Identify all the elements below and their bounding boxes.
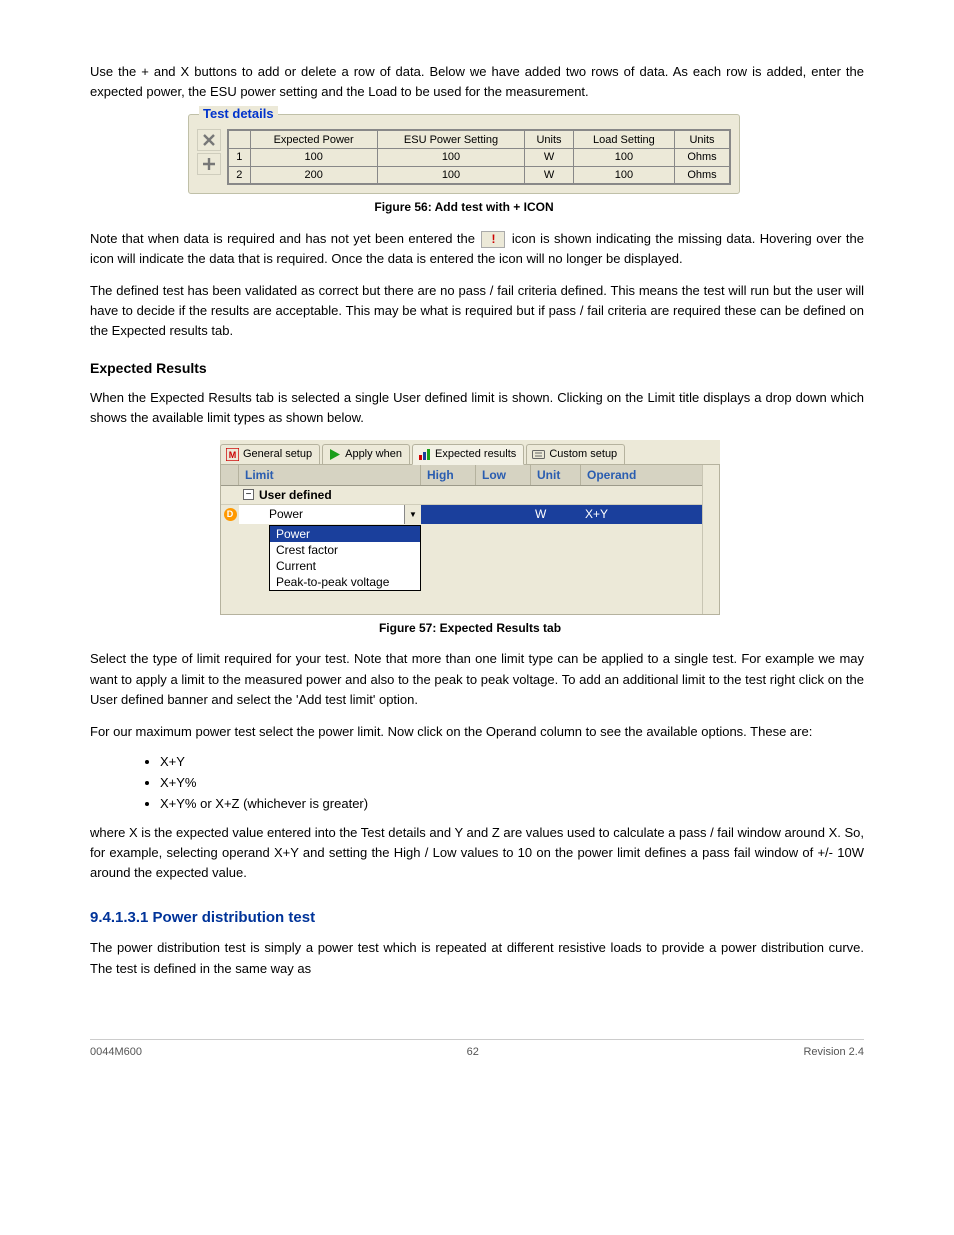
dropdown-option[interactable]: Power (270, 526, 420, 542)
settings-icon (532, 448, 545, 461)
footer-center: 62 (467, 1046, 479, 1058)
tab-apply-when[interactable]: Apply when (322, 444, 410, 464)
cell-load[interactable]: 100 (573, 166, 674, 184)
operand-bullets: X+Y X+Y% X+Y% or X+Z (whichever is great… (160, 754, 864, 811)
cell-esu[interactable]: 100 (377, 166, 524, 184)
cell-operand[interactable]: X+Y (581, 505, 719, 524)
col-header: Units (674, 130, 730, 148)
add-row-button[interactable] (197, 153, 221, 175)
collapse-icon[interactable] (243, 489, 254, 500)
dropdown-option[interactable]: Current (270, 558, 420, 574)
list-item: X+Y (160, 754, 864, 769)
cell-units2: Ohms (674, 166, 730, 184)
paragraph-select-limit: Select the type of limit required for yo… (90, 649, 864, 709)
col-header: Units (525, 130, 574, 148)
col-header: Expected Power (250, 130, 377, 148)
d-badge-icon: D (224, 508, 237, 521)
svg-text:M: M (229, 450, 237, 460)
table-row[interactable]: 1 100 100 W 100 Ohms (228, 148, 730, 166)
cell-high[interactable] (421, 505, 476, 524)
limit-type-dropdown[interactable]: Power (239, 505, 421, 524)
row-number: 2 (228, 166, 250, 184)
paragraph-power-dist: The power distribution test is simply a … (90, 938, 864, 978)
heading-power-dist: 9.4.1.3.1 Power distribution test (90, 909, 864, 926)
paragraph-expected: When the Expected Results tab is selecte… (90, 388, 864, 428)
tab-bar: M General setup Apply when Expected resu… (220, 440, 720, 465)
bar-chart-icon (418, 448, 431, 461)
col-high: High (421, 465, 476, 485)
tab-label: Custom setup (549, 448, 617, 460)
play-icon (328, 448, 341, 461)
test-details-panel: Test details Expected Power ESU Power Se… (188, 114, 740, 194)
figure-caption: Figure 57: Expected Results tab (220, 619, 720, 638)
cell-units1: W (525, 166, 574, 184)
cell-low[interactable] (476, 505, 531, 524)
col-operand: Operand (581, 465, 719, 485)
limit-row-selected[interactable]: D Power W X+Y (221, 505, 719, 524)
col-limit: Limit (239, 465, 421, 485)
delete-row-button[interactable] (197, 129, 221, 151)
cell-units1: W (525, 148, 574, 166)
col-header: ESU Power Setting (377, 130, 524, 148)
paragraph-validation: The defined test has been validated as c… (90, 281, 864, 341)
tab-label: General setup (243, 448, 312, 460)
row-number: 1 (228, 148, 250, 166)
error-icon: ! (481, 231, 505, 248)
page-footer: 0044M600 62 Revision 2.4 (90, 1039, 864, 1058)
col-unit: Unit (531, 465, 581, 485)
tab-label: Expected results (435, 448, 516, 460)
cell-expected[interactable]: 100 (250, 148, 377, 166)
col-header (228, 130, 250, 148)
group-user-defined[interactable]: User defined (221, 486, 719, 505)
test-details-table: Expected Power ESU Power Setting Units L… (227, 129, 731, 185)
figure-caption: Figure 56: Add test with + ICON (188, 198, 740, 217)
chevron-down-icon[interactable] (404, 505, 421, 524)
cell-units2: Ohms (674, 148, 730, 166)
dropdown-value: Power (269, 507, 303, 521)
heading-expected-results: Expected Results (90, 360, 864, 376)
tab-custom-setup[interactable]: Custom setup (526, 444, 625, 464)
paragraph-erricon: Note that when data is required and has … (90, 229, 864, 269)
footer-left: 0044M600 (90, 1046, 142, 1058)
panel-legend: Test details (199, 106, 278, 121)
tab-general-setup[interactable]: M General setup (220, 444, 320, 464)
limits-grid: Limit High Low Unit Operand User defined… (220, 465, 720, 615)
dropdown-option[interactable]: Crest factor (270, 542, 420, 558)
limit-dropdown-list[interactable]: Power Crest factor Current Peak-to-peak … (269, 525, 421, 591)
list-item: X+Y% or X+Z (whichever is greater) (160, 796, 864, 811)
cell-esu[interactable]: 100 (377, 148, 524, 166)
footer-right: Revision 2.4 (803, 1046, 864, 1058)
table-header-row: Expected Power ESU Power Setting Units L… (228, 130, 730, 148)
vertical-scrollbar[interactable] (702, 465, 719, 614)
plus-icon (202, 157, 216, 171)
cell-expected[interactable]: 200 (250, 166, 377, 184)
group-label: User defined (259, 488, 332, 502)
paragraph-operand-explain: where X is the expected value entered in… (90, 823, 864, 883)
paragraph-operand-intro: For our maximum power test select the po… (90, 722, 864, 742)
paragraph-intro: Use the + and X buttons to add or delete… (90, 62, 864, 102)
col-low: Low (476, 465, 531, 485)
limits-header-row: Limit High Low Unit Operand (221, 465, 719, 486)
tab-expected-results[interactable]: Expected results (412, 444, 524, 465)
m-icon: M (226, 448, 239, 461)
list-item: X+Y% (160, 775, 864, 790)
dropdown-option[interactable]: Peak-to-peak voltage (270, 574, 420, 590)
cell-load[interactable]: 100 (573, 148, 674, 166)
tab-label: Apply when (345, 448, 402, 460)
col-header: Load Setting (573, 130, 674, 148)
table-row[interactable]: 2 200 100 W 100 Ohms (228, 166, 730, 184)
cell-unit: W (531, 505, 581, 524)
x-icon (202, 133, 216, 147)
